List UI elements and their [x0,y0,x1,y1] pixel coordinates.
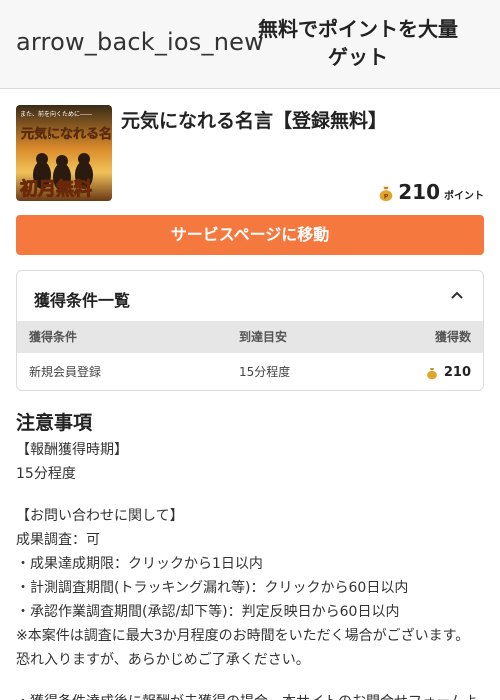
svg-text:初月無料: 初月無料 [20,178,92,200]
back-button[interactable]: arrow_back_ios_new [16,28,264,56]
service-page-button[interactable]: サービスページに移動 [16,215,484,255]
money-bag-icon [426,367,437,379]
note-line: 15分程度 [16,466,76,482]
row-reward: 210 [425,353,471,390]
offer-thumbnail: また、前を向くために―― 元気になれる名言 初月無料 [16,105,112,201]
conditions-panel: 獲得条件一覧 獲得条件 到達目安 獲得数 新規会員登録 15分程度 210 [16,270,484,391]
note-line: ※本案件は調査に最大3か月程度のお時間をいただく場合がございます。 [16,628,470,644]
points-display: P 210 ポイント [377,180,484,204]
column-header-condition: 獲得条件 [29,330,78,344]
note-line: ・承認作業調査期間(承認/却下等)：判定反映日から60日以内 [16,604,400,620]
points-unit: ポイント [444,191,484,202]
conditions-title: 獲得条件一覧 [34,291,131,310]
note-line: 【報酬獲得時期】 [16,442,128,458]
points-value: 210 [398,180,440,204]
conditions-table-header: 獲得条件 到達目安 獲得数 [17,321,483,353]
note-line: ・獲得条件達成後に報酬が未獲得の場合、本サイトのお問合せフォームよ [16,690,486,700]
row-reward-value: 210 [443,365,471,380]
app-header: arrow_back_ios_new 無料でポイントを大量ゲット [0,0,500,89]
column-header-reward: 獲得数 [434,330,471,344]
conditions-header[interactable]: 獲得条件一覧 [17,271,483,321]
row-estimate: 15分程度 [239,365,291,379]
note-line: 成果調査：可 [16,532,100,548]
offer-title: 元気になれる名言【登録無料】 [121,110,388,132]
chevron-up-icon[interactable] [449,288,465,304]
svg-text:P: P [384,193,389,200]
svg-text:元気になれる名言: 元気になれる名言 [21,126,112,142]
column-header-estimate: 到達目安 [239,330,288,344]
note-line: ・成果達成期限：クリックから1日以内 [16,556,263,572]
note-line: 【お問い合わせに関して】 [16,508,184,524]
row-condition: 新規会員登録 [29,365,102,379]
money-bag-icon: P [379,186,393,202]
note-line: 恐れ入りますが、あらかじめご了承ください。 [16,652,310,668]
page-title: 無料でポイントを大量ゲット [258,17,458,69]
table-row: 新規会員登録 15分程度 210 [17,353,483,390]
svg-text:また、前を向くために――: また、前を向くために―― [20,110,92,118]
notes-title: 注意事項 [16,412,93,434]
note-line: ・計測調査期間(トラッキング漏れ等)：クリックから60日以内 [16,580,409,596]
notes-body: 【報酬獲得時期】 15分程度 【お問い合わせに関して】 成果調査：可 ・成果達成… [16,438,486,700]
